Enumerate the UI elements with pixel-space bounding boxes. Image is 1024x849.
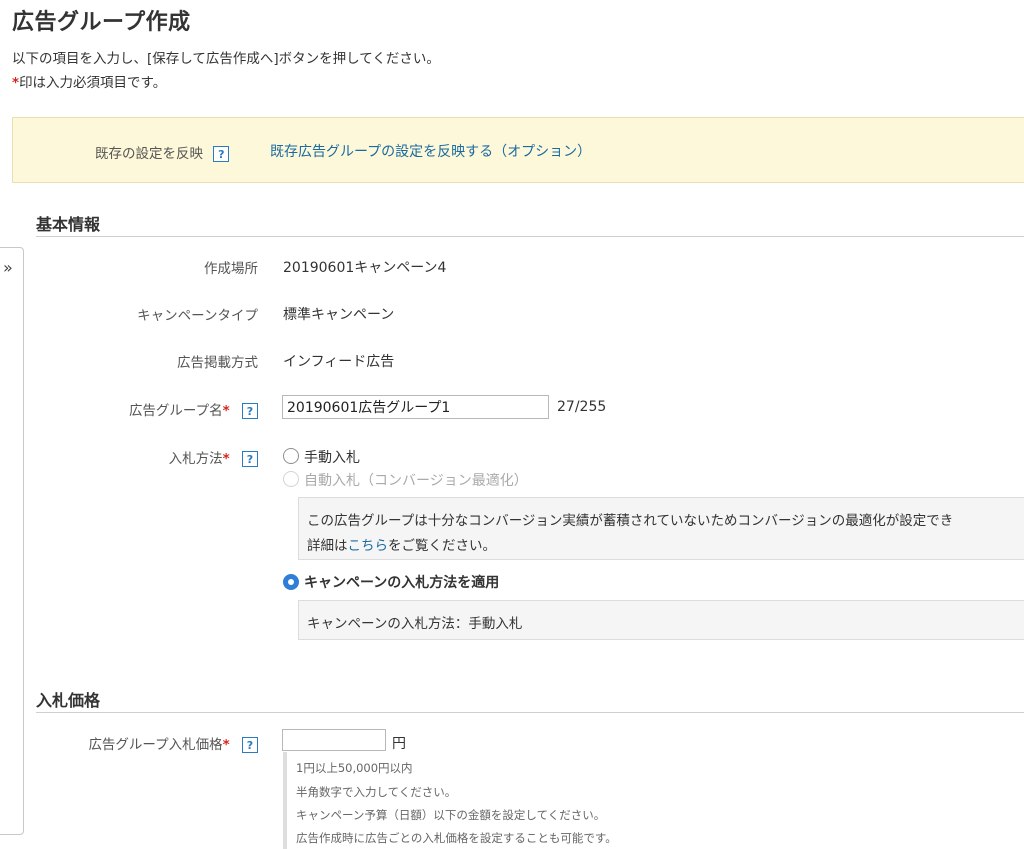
help-icon[interactable]: ? (242, 403, 258, 419)
section-divider (36, 712, 1024, 713)
ad-group-name-char-count: 27/255 (557, 399, 607, 415)
auto-bid-notice-line2: 詳細はこちらをご覧ください。 (307, 534, 496, 554)
ad-group-name-label-text: 広告グループ名 (128, 403, 223, 419)
campaign-type-value: 標準キャンペーン (283, 307, 395, 323)
intro-text: 以下の項目を入力し、[保存して広告作成へ]ボタンを押してください。 (12, 51, 440, 67)
location-label: 作成場所 (204, 261, 258, 277)
bid-hint: 広告作成時に広告ごとの入札価格を設定することも可能です。 (296, 831, 617, 845)
auto-bid-label: 自動入札（コンバージョン最適化） (304, 473, 528, 489)
page-title: 広告グループ作成 (12, 10, 191, 35)
bid-hint: 1円以上50,000円以内 (296, 761, 413, 775)
auto-bid-notice-line1: この広告グループは十分なコンバージョン実績が蓄積されていないためコンバージョンの… (307, 513, 954, 529)
required-mark: * (222, 403, 230, 419)
ad-format-value: インフィード広告 (283, 354, 395, 370)
bid-method-label-text: 入札方法 (168, 451, 223, 467)
manual-bid-radio[interactable] (283, 448, 299, 464)
location-value: 20190601キャンペーン4 (283, 260, 447, 276)
ad-format-label: 広告掲載方式 (177, 355, 258, 371)
section-title-basic-info: 基本情報 (36, 215, 101, 234)
help-icon[interactable]: ? (242, 451, 258, 467)
campaign-bid-radio[interactable] (283, 574, 299, 590)
bid-hint: キャンペーン予算（日額）以下の金額を設定してください。 (296, 808, 606, 822)
bid-method-label: 入札方法* ? (10, 447, 258, 467)
section-title-bid-price: 入札価格 (36, 691, 101, 710)
help-icon[interactable]: ? (242, 737, 258, 753)
help-icon[interactable]: ? (213, 146, 230, 162)
campaign-bid-label[interactable]: キャンペーンの入札方法を適用 (304, 572, 499, 592)
required-note-text: 印は入力必須項目です。 (19, 75, 167, 91)
notice-prefix: 詳細は (307, 538, 348, 554)
auto-bid-radio (283, 471, 299, 487)
ad-group-bid-label: 広告グループ入札価格* ? (10, 733, 258, 753)
required-mark: * (222, 451, 230, 467)
ad-group-bid-label-text: 広告グループ入札価格 (88, 737, 223, 753)
notice-suffix: をご覧ください。 (388, 538, 496, 554)
manual-bid-label[interactable]: 手動入札 (304, 447, 360, 467)
bid-unit: 円 (392, 736, 406, 752)
apply-existing-settings-label: 既存の設定を反映 ? (95, 142, 230, 162)
details-link[interactable]: こちら (348, 538, 389, 554)
apply-existing-settings-link[interactable]: 既存広告グループの設定を反映する（オプション） (270, 141, 591, 161)
ad-group-name-input[interactable] (282, 395, 549, 419)
ad-group-name-label: 広告グループ名* ? (10, 399, 258, 419)
section-divider (36, 236, 1024, 237)
required-mark: * (222, 737, 230, 753)
campaign-type-label: キャンペーンタイプ (137, 308, 258, 324)
required-mark: * (12, 75, 20, 91)
required-note: *印は入力必須項目です。 (12, 71, 166, 91)
campaign-bid-info: キャンペーンの入札方法：手動入札 (307, 616, 523, 632)
bid-hint: 半角数字で入力してください。 (296, 785, 457, 799)
apply-existing-settings-label-text: 既存の設定を反映 (95, 146, 203, 162)
ad-group-bid-input[interactable] (282, 729, 386, 751)
